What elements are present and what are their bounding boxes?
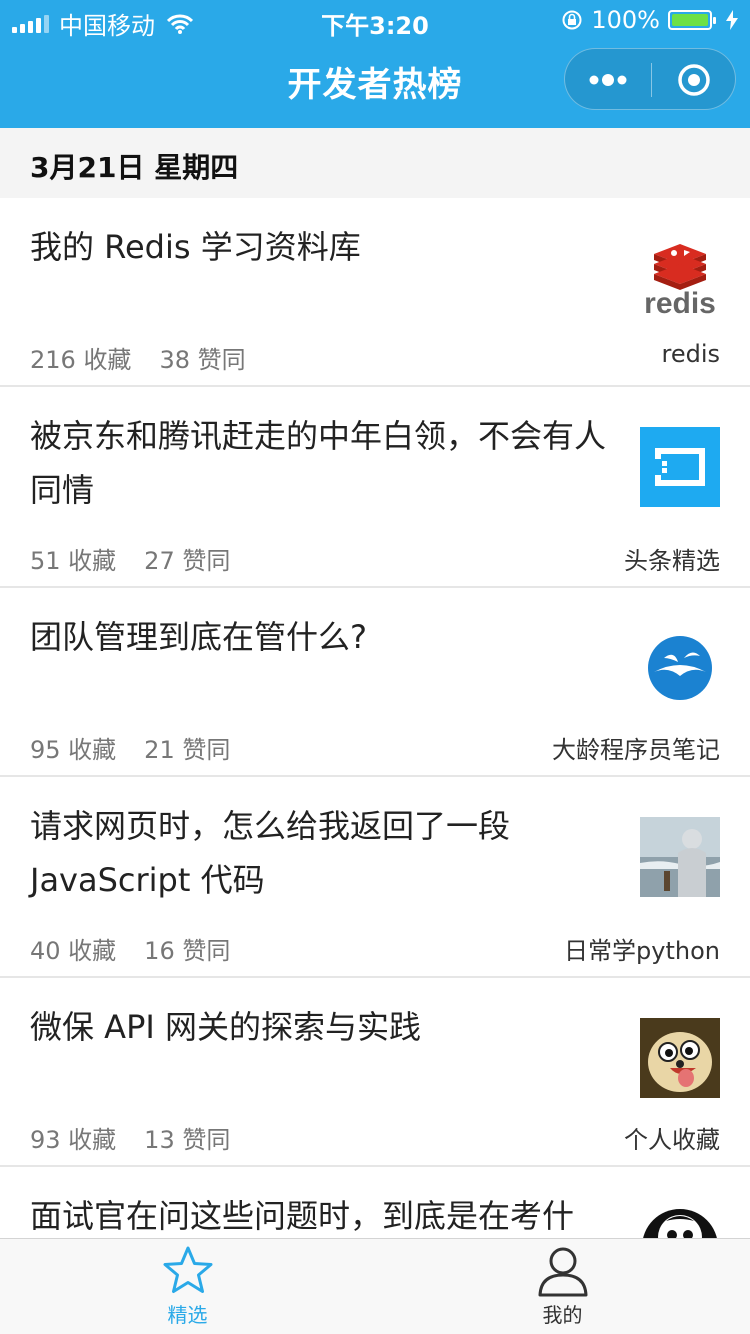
status-bar: 中国移动 下午3:20 100% — [0, 0, 750, 40]
article-title: 请求网页时，怎么给我返回了一段 JavaScript 代码 — [30, 807, 511, 899]
redis-logo-icon: redis — [640, 240, 720, 320]
header: 中国移动 下午3:20 100% 开发者热榜 — [0, 0, 750, 128]
article-source: redis — [661, 340, 720, 368]
tab-label: 我的 — [542, 1303, 583, 1327]
article-meta: 95 收藏 21 赞同 — [30, 730, 230, 765]
like-count: 13 赞同 — [144, 1126, 231, 1154]
list-item[interactable]: 我的 Redis 学习资料库 216 收藏 38 赞同 redis redis — [0, 198, 750, 387]
person-photo-icon — [640, 817, 720, 897]
article-title: 被京东和腾讯赶走的中年白领，不会有人同情 — [30, 417, 607, 509]
like-count: 16 赞同 — [144, 937, 231, 965]
like-count: 38 赞同 — [159, 346, 246, 374]
article-title: 微保 API 网关的探索与实践 — [30, 1008, 421, 1046]
tab-label: 精选 — [167, 1303, 208, 1327]
svg-text:redis: redis — [644, 287, 716, 320]
article-title: 面试官在问这些问题时，到底是在考什 — [30, 1197, 575, 1235]
target-circle-icon — [678, 64, 710, 96]
article-meta: 51 收藏 27 赞同 — [30, 541, 230, 576]
star-icon — [163, 1246, 212, 1293]
tab-bar: 精选 我的 — [0, 1238, 750, 1334]
mini-program-capsule — [564, 48, 736, 110]
tab-mine[interactable]: 我的 — [375, 1239, 750, 1334]
article-meta: 40 收藏 16 赞同 — [30, 931, 230, 966]
favorite-count: 93 收藏 — [30, 1126, 117, 1154]
favorite-count: 51 收藏 — [30, 547, 117, 575]
user-icon — [538, 1247, 587, 1297]
date-header: 3月21日 星期四 — [0, 128, 750, 198]
battery-percent: 100% — [591, 6, 660, 34]
article-meta: 216 收藏 38 赞同 — [30, 340, 246, 375]
more-button[interactable] — [565, 49, 651, 111]
status-right: 100% — [561, 6, 738, 34]
article-title: 团队管理到底在管什么? — [30, 618, 367, 656]
list-item[interactable]: 请求网页时，怎么给我返回了一段 JavaScript 代码 40 收藏 16 赞同… — [0, 777, 750, 978]
close-button[interactable] — [651, 49, 737, 111]
tab-featured[interactable]: 精选 — [0, 1239, 375, 1334]
article-meta: 93 收藏 13 赞同 — [30, 1120, 230, 1155]
cartoon-dog-icon — [640, 1018, 720, 1098]
square-logo-icon — [640, 427, 720, 507]
article-title: 我的 Redis 学习资料库 — [30, 228, 361, 266]
list-item[interactable]: 微保 API 网关的探索与实践 93 收藏 13 赞同 个人收藏 — [0, 978, 750, 1167]
article-source: 个人收藏 — [624, 1126, 720, 1154]
page: 中国移动 下午3:20 100% 开发者热榜 3月21日 星期四 我的 Redi… — [0, 0, 750, 1334]
battery-icon — [668, 10, 716, 30]
more-dots-icon — [589, 74, 627, 86]
like-count: 27 赞同 — [144, 547, 231, 575]
article-source: 日常学python — [564, 937, 720, 965]
list-item[interactable]: 团队管理到底在管什么? 95 收藏 21 赞同 大龄程序员笔记 — [0, 588, 750, 777]
favorite-count: 216 收藏 — [30, 346, 132, 374]
favorite-count: 95 收藏 — [30, 736, 117, 764]
bird-logo-icon — [640, 628, 720, 708]
article-source: 大龄程序员笔记 — [552, 736, 720, 764]
rotation-lock-icon — [562, 10, 582, 30]
charging-icon — [726, 10, 738, 30]
date-label: 3月21日 星期四 — [30, 151, 239, 184]
list-item[interactable]: 被京东和腾讯赶走的中年白领，不会有人同情 51 收藏 27 赞同 头条精选 — [0, 387, 750, 588]
favorite-count: 40 收藏 — [30, 937, 117, 965]
like-count: 21 赞同 — [144, 736, 231, 764]
article-source: 头条精选 — [624, 547, 720, 575]
